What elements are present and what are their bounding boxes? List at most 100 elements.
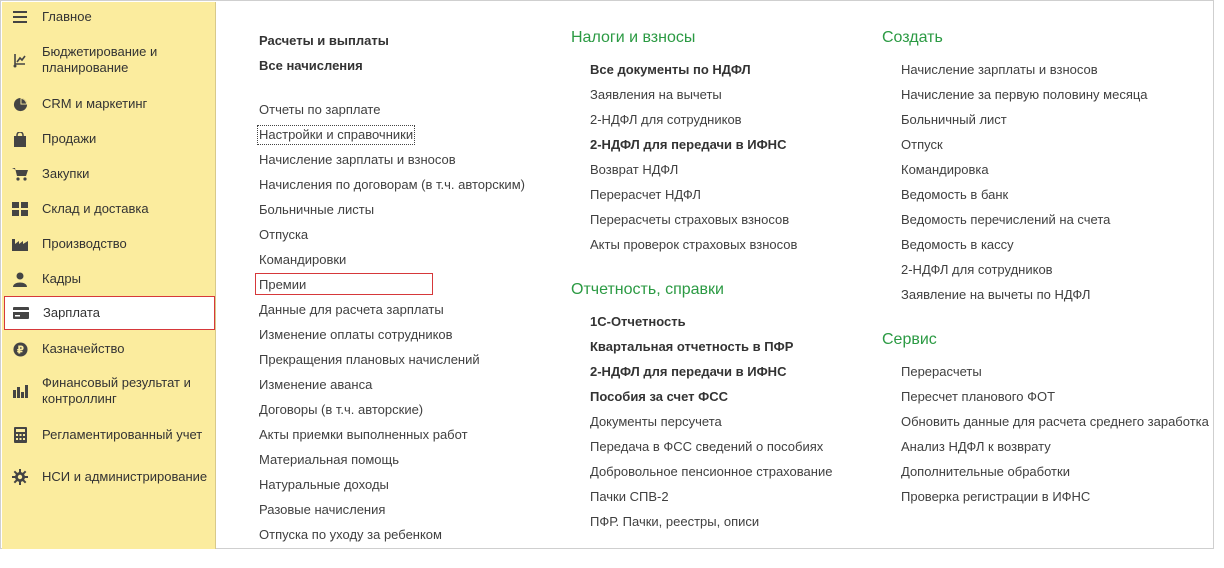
bar-chart-icon — [12, 383, 28, 399]
link-все-документы-по-ндфл[interactable]: Все документы по НДФЛ — [590, 62, 751, 78]
sidebar-item-11[interactable]: Регламентированный учет — [4, 424, 215, 446]
link-изменение-аванса[interactable]: Изменение аванса — [259, 377, 372, 393]
link-create-2-ндфл-для-сотрудников[interactable]: 2-НДФЛ для сотрудников — [901, 262, 1053, 278]
link-create-ведомость-в-кассу[interactable]: Ведомость в кассу — [901, 237, 1014, 253]
sidebar-item-7[interactable]: Кадры — [4, 268, 215, 290]
sidebar-item-8[interactable]: Зарплата — [4, 296, 215, 330]
gear-icon — [12, 468, 28, 485]
link-командировки[interactable]: Командировки — [259, 252, 346, 268]
link-create-командировка[interactable]: Командировка — [901, 162, 989, 178]
sidebar-item-label: Кадры — [42, 271, 81, 286]
link-пфр-пачки-реестры-описи[interactable]: ПФР. Пачки, реестры, описи — [590, 514, 759, 530]
link-разовые-начисления[interactable]: Разовые начисления — [259, 502, 385, 518]
section-title-service: Сервис — [882, 331, 937, 348]
pie-chart-icon — [12, 96, 28, 112]
person-icon — [12, 271, 28, 287]
sidebar-item-label: Закупки — [42, 166, 90, 181]
link-2-ндфл-для-сотрудников[interactable]: 2-НДФЛ для сотрудников — [590, 112, 742, 128]
sidebar-item-10[interactable]: Финансовый результат и контроллинг — [4, 373, 215, 408]
link-акты-проверок-страховых-взносов[interactable]: Акты проверок страховых взносов — [590, 237, 797, 253]
link-1с-отчетность[interactable]: 1С-Отчетность — [590, 314, 686, 330]
link-материальная-помощь[interactable]: Материальная помощь — [259, 452, 399, 468]
sidebar-item-label: Главное — [42, 9, 92, 24]
link-возврат-ндфл[interactable]: Возврат НДФЛ — [590, 162, 678, 178]
link-create-ведомость-в-банк[interactable]: Ведомость в банк — [901, 187, 1008, 203]
link-create-начисление-зарплаты-и-взносов[interactable]: Начисление зарплаты и взносов — [901, 62, 1098, 78]
menu-icon — [12, 9, 28, 25]
sidebar-item-12[interactable]: НСИ и администрирование — [4, 459, 215, 494]
sidebar-item-label: CRM и маркетинг — [42, 96, 148, 111]
link-квартальная-отчетность-в-пфр[interactable]: Квартальная отчетность в ПФР — [590, 339, 793, 355]
section-title-taxes: Налоги и взносы — [571, 29, 696, 46]
wallet-icon — [13, 305, 29, 321]
sidebar-item-0[interactable]: Главное — [4, 6, 215, 28]
factory-icon — [12, 236, 28, 252]
link-передача-в-фсс-сведений-о-пособиях[interactable]: Передача в ФСС сведений о пособиях — [590, 439, 823, 455]
link-raschety-i-vyplaty[interactable]: Расчеты и выплаты — [259, 33, 389, 49]
link-акты-приемки-выполненных-работ[interactable]: Акты приемки выполненных работ — [259, 427, 468, 443]
link-начисления-по-договорам-в-т-ч-авторским[interactable]: Начисления по договорам (в т.ч. авторски… — [259, 177, 525, 193]
link-пачки-спв-2[interactable]: Пачки СПВ-2 — [590, 489, 669, 505]
link-отпуска-по-уходу-за-ребенком[interactable]: Отпуска по уходу за ребенком — [259, 527, 442, 543]
link-пособия-за-счет-фсс[interactable]: Пособия за счет ФСС — [590, 389, 728, 405]
link-service-обновить-данные-для-расчета-среднего-заработка[interactable]: Обновить данные для расчета среднего зар… — [901, 414, 1209, 430]
sidebar-item-3[interactable]: Продажи — [4, 128, 215, 150]
link-service-пересчет-планового-фот[interactable]: Пересчет планового ФОТ — [901, 389, 1055, 405]
link-отчеты-по-зарплате[interactable]: Отчеты по зарплате — [259, 102, 380, 118]
link-create-заявление-на-вычеты-по-ндфл[interactable]: Заявление на вычеты по НДФЛ — [901, 287, 1090, 303]
calculator-icon — [12, 427, 28, 443]
sidebar-item-label: Бюджетирование и планирование — [42, 43, 158, 75]
section-title-create: Создать — [882, 29, 943, 46]
section-title-reports: Отчетность, справки — [571, 281, 724, 298]
ruble-coin-icon: ₽ — [12, 341, 28, 357]
link-больничные-листы[interactable]: Больничные листы — [259, 202, 374, 218]
cart-icon — [12, 166, 28, 182]
warehouse-grid-icon — [12, 201, 28, 217]
link-service-дополнительные-обработки[interactable]: Дополнительные обработки — [901, 464, 1070, 480]
sidebar-item-5[interactable]: Склад и доставка — [4, 198, 215, 220]
link-перерасчет-ндфл[interactable]: Перерасчет НДФЛ — [590, 187, 701, 203]
link-договоры-в-т-ч-авторские[interactable]: Договоры (в т.ч. авторские) — [259, 402, 423, 418]
link-service-анализ-ндфл-к-возврату[interactable]: Анализ НДФЛ к возврату — [901, 439, 1051, 455]
link-данные-для-расчета-зарплаты[interactable]: Данные для расчета зарплаты — [259, 302, 444, 318]
svg-text:₽: ₽ — [16, 344, 23, 356]
link-прекращения-плановых-начислений[interactable]: Прекращения плановых начислений — [259, 352, 480, 368]
shopping-bag-icon — [12, 131, 28, 147]
link-документы-персучета[interactable]: Документы персучета — [590, 414, 722, 430]
link-vse-nachisleniya[interactable]: Все начисления — [259, 58, 363, 74]
sidebar-item-label: Продажи — [42, 131, 97, 146]
sidebar-item-1[interactable]: Бюджетирование и планирование — [4, 42, 215, 77]
window-frame: Главное Бюджетирование и планирование CRM … — [0, 0, 1214, 549]
sidebar-item-label: Зарплата — [43, 305, 100, 320]
link-create-начисление-за-первую-половину-месяца[interactable]: Начисление за первую половину месяца — [901, 87, 1148, 103]
budget-icon — [12, 52, 28, 68]
link-2-ндфл-для-передачи-в-ифнс[interactable]: 2-НДФЛ для передачи в ИФНС — [590, 364, 786, 380]
link-перерасчеты-страховых-взносов[interactable]: Перерасчеты страховых взносов — [590, 212, 789, 228]
main-content: Расчеты и выплаты Все начисления Отчеты по… — [217, 1, 1214, 550]
link-service-перерасчеты[interactable]: Перерасчеты — [901, 364, 982, 380]
link-изменение-оплаты-сотрудников[interactable]: Изменение оплаты сотрудников — [259, 327, 453, 343]
sidebar-item-9[interactable]: ₽ Казначейство — [4, 338, 215, 360]
link-2-ндфл-для-передачи-в-ифнс[interactable]: 2-НДФЛ для передачи в ИФНС — [590, 137, 786, 153]
link-начисление-зарплаты-и-взносов[interactable]: Начисление зарплаты и взносов — [259, 152, 456, 168]
sidebar-item-4[interactable]: Закупки — [4, 163, 215, 185]
sidebar-item-label: Производство — [42, 236, 127, 251]
sidebar-item-label: Казначейство — [42, 341, 125, 356]
link-create-отпуск[interactable]: Отпуск — [901, 137, 943, 153]
link-премии[interactable]: Премии — [255, 273, 433, 295]
link-отпуска[interactable]: Отпуска — [259, 227, 308, 243]
sidebar-item-label: Склад и доставка — [42, 201, 149, 216]
sidebar-item-label: НСИ и администрирование — [42, 468, 208, 484]
link-настройки-и-справочники[interactable]: Настройки и справочники — [256, 125, 416, 145]
link-заявления-на-вычеты[interactable]: Заявления на вычеты — [590, 87, 722, 103]
sidebar-item-label: Финансовый результат и контроллинг — [42, 374, 191, 406]
sidebar-item-2[interactable]: CRM и маркетинг — [4, 93, 215, 115]
sidebar: Главное Бюджетирование и планирование CRM … — [2, 2, 216, 549]
link-create-ведомость-перечислений-на-счета[interactable]: Ведомость перечислений на счета — [901, 212, 1110, 228]
sidebar-item-label: Регламентированный учет — [42, 427, 203, 442]
link-добровольное-пенсионное-страхование[interactable]: Добровольное пенсионное страхование — [590, 464, 832, 480]
link-натуральные-доходы[interactable]: Натуральные доходы — [259, 477, 389, 493]
link-create-больничный-лист[interactable]: Больничный лист — [901, 112, 1007, 128]
sidebar-item-6[interactable]: Производство — [4, 233, 215, 255]
link-service-проверка-регистрации-в-ифнс[interactable]: Проверка регистрации в ИФНС — [901, 489, 1090, 505]
